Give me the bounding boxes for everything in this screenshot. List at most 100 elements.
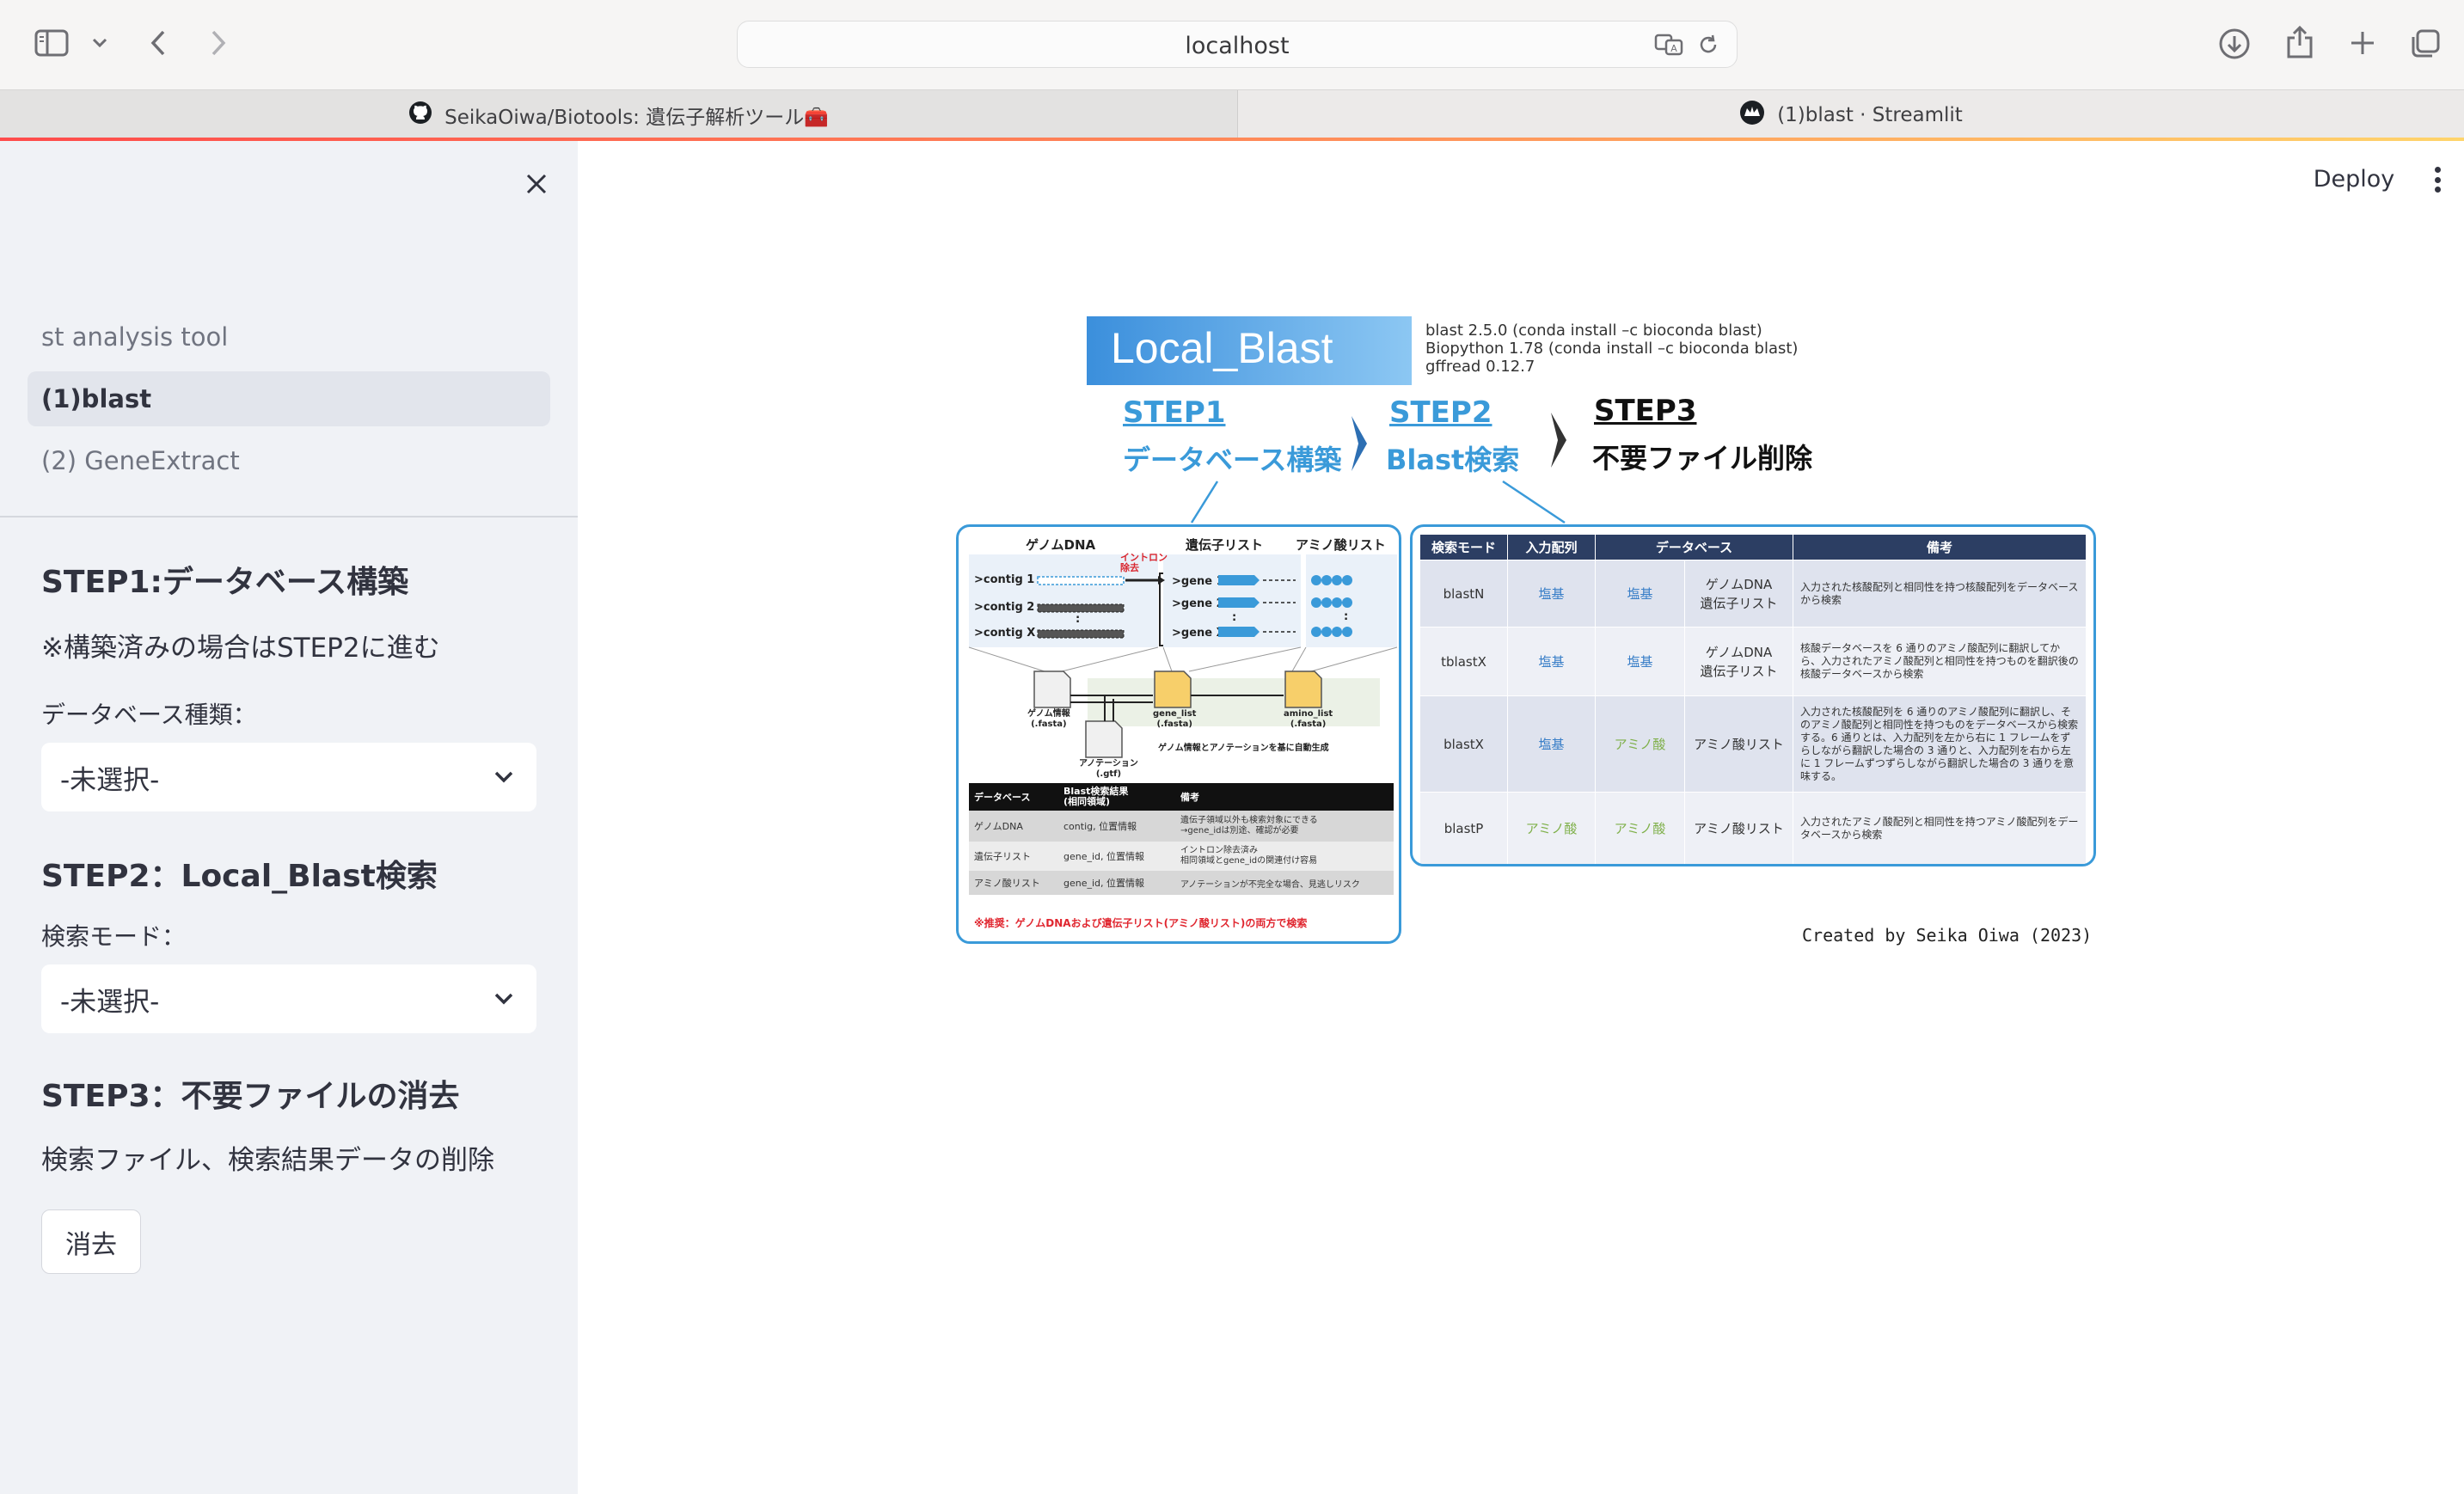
- table-cell: 遺伝子領域以外も検索対象にできる →gene_idは別途、確認が必要: [1180, 816, 1318, 836]
- table-cell: 核酸データベースを 6 通りのアミノ酸配列に翻訳してから、入力されたアミノ酸配列…: [1793, 627, 2087, 696]
- address-bar[interactable]: localhost A: [737, 21, 1738, 68]
- search-mode-panel: 検索モード 入力配列 データベース 備考 blastN 塩基 塩基 ゲノムDNA…: [1410, 524, 2096, 866]
- table-cell: アミノ酸: [1595, 792, 1685, 864]
- step1-note: ※構築済みの場合はSTEP2に進む: [41, 633, 440, 664]
- deploy-button[interactable]: Deploy: [2301, 160, 2407, 198]
- table-row: blastP アミノ酸 アミノ酸 アミノ酸リスト 入力されたアミノ酸配列と相同性…: [1419, 792, 2087, 864]
- file-annotation-label: アノテーション (.gtf): [1079, 759, 1138, 779]
- chevron-down-icon[interactable]: [88, 33, 112, 53]
- github-icon: [408, 101, 432, 130]
- step2-heading: STEP2：Local_Blast検索: [41, 859, 438, 894]
- table-cell: gene_id, 位置情報: [1063, 878, 1145, 889]
- step3-description: 検索ファイル、検索結果データの削除: [41, 1145, 494, 1176]
- sidebar: st analysis tool (1)blast (2) GeneExtrac…: [0, 141, 578, 1494]
- file-genome-label: ゲノム情報 (.fasta): [1027, 709, 1070, 729]
- table-row: ゲノムDNA contig, 位置情報 遺伝子領域以外も検索対象にできる →ge…: [969, 811, 1394, 842]
- tab-title: (1)blast · Streamlit: [1777, 103, 1963, 126]
- database-panel: ゲノムDNA 遺伝子リスト アミノ酸リスト イントロン 除去 >contig 1…: [956, 524, 1401, 944]
- table-cell: 遺伝子リスト: [974, 851, 1031, 862]
- table-cell: 入力された核酸配列と相同性を持つ核酸配列をデータベースから検索: [1793, 560, 2087, 628]
- download-icon[interactable]: [2216, 26, 2253, 62]
- table-row: blastX 塩基 アミノ酸 アミノ酸リスト 入力された核酸配列を 6 通りのア…: [1419, 695, 2087, 793]
- forward-icon[interactable]: [203, 26, 234, 60]
- share-icon[interactable]: [2282, 22, 2318, 62]
- table-header: 検索モード: [1419, 534, 1508, 560]
- sidebar-divider: [0, 516, 578, 517]
- step3-heading: STEP3：不要ファイルの消去: [41, 1079, 460, 1114]
- search-mode-value: -未選択-: [60, 986, 160, 1018]
- table-row: 遺伝子リスト gene_id, 位置情報 イントロン除去済み 相同領域とgene…: [969, 842, 1394, 871]
- chevron-down-icon: [493, 763, 514, 796]
- table-cell: アノテーションが不完全な場合、見逃しリスク: [1180, 879, 1360, 890]
- table-cell: 塩基: [1595, 627, 1685, 696]
- reload-icon[interactable]: [1695, 32, 1721, 58]
- tab-bar: SeikaOiwa/Biotools: 遺伝子解析ツール🧰 (1)blast ·…: [0, 89, 2464, 139]
- database-table: データベース Blast検索結果 (相同領域) 備考 ゲノムDNA contig…: [969, 783, 1394, 895]
- table-header-row: 検索モード 入力配列 データベース 備考: [1419, 534, 2087, 560]
- table-cell: blastP: [1419, 792, 1508, 864]
- table-row: blastN 塩基 塩基 ゲノムDNA 遺伝子リスト 入力された核酸配列と相同性…: [1419, 560, 2087, 628]
- table-cell: 塩基: [1595, 560, 1685, 628]
- tab-title: SeikaOiwa/Biotools: 遺伝子解析ツール🧰: [444, 106, 829, 129]
- table-cell: 塩基: [1507, 695, 1596, 793]
- tab-github[interactable]: SeikaOiwa/Biotools: 遺伝子解析ツール🧰: [0, 90, 1238, 139]
- table-cell: blastN: [1419, 560, 1508, 628]
- table-header: データベース: [1595, 534, 1793, 560]
- step1-heading: STEP1:データベース構築: [41, 565, 409, 600]
- search-mode-label: 検索モード：: [41, 922, 187, 951]
- tab-overview-icon[interactable]: [2407, 26, 2443, 62]
- connector-lines: [1190, 480, 1566, 524]
- sidebar-toggle-icon[interactable]: [31, 26, 72, 60]
- credit-text: Created by Seika Oiwa (2023): [1802, 925, 2093, 946]
- streamlit-icon: [1739, 100, 1765, 131]
- search-mode-table: 検索モード 入力配列 データベース 備考 blastN 塩基 塩基 ゲノムDNA…: [1419, 534, 2087, 864]
- table-row: tblastX 塩基 塩基 ゲノムDNA 遺伝子リスト 核酸データベースを 6 …: [1419, 627, 2087, 696]
- table-cell: アミノ酸: [1595, 695, 1685, 793]
- search-mode-select[interactable]: -未選択-: [41, 964, 536, 1033]
- clear-button[interactable]: 消去: [41, 1209, 141, 1274]
- table-cell: gene_id, 位置情報: [1063, 851, 1145, 862]
- table-cell: ゲノムDNA 遺伝子リスト: [1684, 627, 1793, 696]
- table-header: 備考: [1793, 534, 2087, 560]
- file-gene-list-label: gene_list (.fasta): [1153, 709, 1197, 729]
- translate-icon[interactable]: A: [1652, 32, 1687, 58]
- table-cell: イントロン除去済み 相同領域とgene_idの関連付け容易: [1180, 846, 1318, 866]
- table-header: 備考: [1180, 792, 1199, 803]
- table-cell: アミノ酸: [1507, 792, 1596, 864]
- db-type-label: データベース種類：: [41, 701, 257, 729]
- table-cell: contig, 位置情報: [1063, 821, 1137, 832]
- close-icon[interactable]: [519, 167, 554, 201]
- sidebar-item-blast[interactable]: (1)blast: [28, 371, 550, 426]
- auto-generate-note: ゲノム情報とアノテーションを基に自動生成: [1158, 744, 1329, 753]
- table-cell: ゲノムDNA 遺伝子リスト: [1684, 560, 1793, 628]
- table-cell: ゲノムDNA: [974, 821, 1023, 832]
- table-cell: アミノ酸リスト: [974, 878, 1040, 889]
- browser-toolbar: localhost A: [0, 0, 2464, 89]
- table-cell: 塩基: [1507, 627, 1596, 696]
- table-header-row: データベース Blast検索結果 (相同領域) 備考: [969, 783, 1394, 811]
- table-cell: blastX: [1419, 695, 1508, 793]
- sidebar-item-geneextract[interactable]: (2) GeneExtract: [28, 433, 550, 488]
- more-menu-icon[interactable]: [2424, 163, 2450, 196]
- table-cell: tblastX: [1419, 627, 1508, 696]
- sidebar-item-analysis-tool[interactable]: st analysis tool: [28, 309, 550, 364]
- table-cell: アミノ酸リスト: [1684, 695, 1793, 793]
- table-cell: 入力されたアミノ酸配列と相同性を持つアミノ酸配列をデータベースから検索: [1793, 792, 2087, 864]
- recommend-note: ※推奨：ゲノムDNAおよび遺伝子リスト(アミノ酸リスト)の両方で検索: [974, 917, 1308, 929]
- file-amino-list-label: amino_list (.fasta): [1284, 709, 1333, 729]
- back-icon[interactable]: [143, 26, 174, 60]
- table-cell: アミノ酸リスト: [1684, 792, 1793, 864]
- table-header: データベース: [974, 792, 1031, 803]
- table-cell: 塩基: [1507, 560, 1596, 628]
- table-header: Blast検索結果 (相同領域): [1063, 786, 1129, 807]
- db-type-select[interactable]: -未選択-: [41, 743, 536, 811]
- url-text: localhost: [1185, 33, 1290, 59]
- local-blast-figure: Local_Blast blast 2.5.0 (conda install –…: [953, 313, 2101, 949]
- sidebar-item-label: (2) GeneExtract: [41, 446, 240, 475]
- new-tab-icon[interactable]: [2345, 26, 2380, 60]
- chevron-down-icon: [493, 985, 514, 1018]
- table-row: アミノ酸リスト gene_id, 位置情報 アノテーションが不完全な場合、見逃し…: [969, 871, 1394, 895]
- svg-text::: :: [1344, 610, 1348, 623]
- sidebar-item-label: st analysis tool: [41, 322, 229, 352]
- tab-streamlit[interactable]: (1)blast · Streamlit: [1238, 90, 2464, 139]
